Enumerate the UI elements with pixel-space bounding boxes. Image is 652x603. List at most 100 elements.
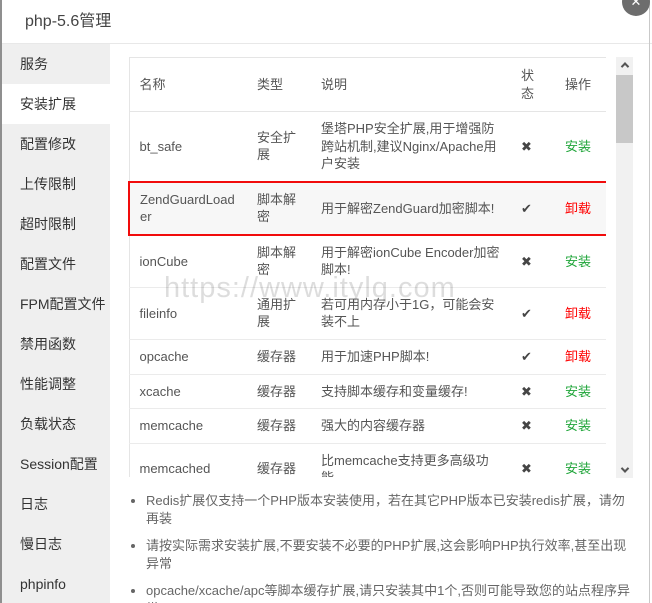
status-cell: ✖ [511, 408, 555, 444]
sidebar-item-2[interactable]: 配置修改 [0, 124, 110, 164]
extension-type: 缓存器 [247, 339, 311, 375]
action-cell: 卸载 [555, 287, 606, 341]
table-scrollbar[interactable] [616, 57, 633, 478]
installed-check-icon: ✔ [521, 305, 532, 321]
extension-type: 脚本解密 [247, 234, 311, 288]
extension-name: opcache [129, 339, 247, 375]
uninstall-button[interactable]: 卸载 [565, 201, 591, 216]
table-row: ionCube 脚本解密 用于解密ionCube Encoder加密脚本! ✖ 安装 [129, 234, 606, 288]
status-cell: ✔ [511, 339, 555, 375]
table-row: fileinfo 通用扩展 若可用内存小于1G，可能会安装不上 ✔ 卸载 [129, 287, 606, 341]
extension-description: 用于解密ZendGuard加密脚本! [311, 180, 511, 236]
column-header: 操作 [555, 57, 606, 113]
chevron-up-icon [620, 62, 629, 71]
extension-name: ionCube [129, 234, 247, 288]
scroll-up-button[interactable] [616, 57, 633, 73]
modal-right-edge [649, 0, 650, 603]
table-row: memcache 缓存器 强大的内容缓存器 ✖ 安装 [129, 408, 606, 444]
extension-description: 支持脚本缓存和变量缓存! [311, 374, 511, 410]
sidebar-item-11[interactable]: 日志 [0, 484, 110, 524]
not-installed-x-icon: ✖ [521, 138, 532, 154]
extension-description: 用于解密ionCube Encoder加密脚本! [311, 234, 511, 288]
chevron-down-icon [620, 464, 629, 473]
table-body: bt_safe 安全扩展 堡塔PHP安全扩展,用于增强防跨站机制,建议Nginx/A… [128, 111, 606, 477]
extension-description: 强大的内容缓存器 [311, 408, 511, 444]
scrollbar-thumb[interactable] [616, 75, 633, 143]
action-cell: 安装 [555, 408, 606, 444]
installed-check-icon: ✔ [521, 349, 532, 365]
extension-description: 若可用内存小于1G，可能会安装不上 [311, 287, 511, 341]
sidebar-item-6[interactable]: FPM配置文件 [0, 284, 110, 324]
extensions-table: 名称 类型 说明 状态 操作 bt_safe 安全扩展 堡塔PHP安全扩展,用于增强防跨站机… [128, 57, 606, 477]
action-cell: 安装 [555, 234, 606, 288]
extension-name: fileinfo [129, 287, 247, 341]
action-cell: 安装 [555, 443, 606, 477]
action-cell: 卸载 [555, 339, 606, 375]
sidebar-item-10[interactable]: Session配置 [0, 444, 110, 484]
table-row: xcache 缓存器 支持脚本缓存和变量缓存! ✖ 安装 [129, 374, 606, 410]
notes-section: Redis扩展仅支持一个PHP版本安装使用，若在其它PHP版本已安装redis扩… [132, 492, 637, 603]
status-cell: ✖ [511, 443, 555, 477]
extension-type: 脚本解密 [247, 180, 311, 236]
sidebar-item-8[interactable]: 性能调整 [0, 364, 110, 404]
table-header-row: 名称 类型 说明 状态 操作 [129, 57, 606, 113]
action-cell: 卸载 [555, 180, 606, 236]
sidebar: 服务 安装扩展 配置修改 上传限制 超时限制 配置文件 FPM配置文件 禁用函数 性能调整 负载状… [0, 44, 110, 603]
status-cell: ✖ [511, 374, 555, 410]
column-header: 状态 [511, 57, 555, 113]
modal-header: php-5.6管理 [0, 0, 652, 44]
extension-type: 通用扩展 [247, 287, 311, 341]
table-row: memcached缓存器比memcache支持更多高级功能 ✖ 安装 [129, 443, 606, 477]
extension-description: 堡塔PHP安全扩展,用于增强防跨站机制,建议Nginx/Apache用户安装 [311, 111, 511, 183]
not-installed-x-icon: ✖ [521, 253, 532, 269]
sidebar-item-13[interactable]: phpinfo [0, 564, 110, 603]
extension-name: memcached [129, 443, 247, 477]
not-installed-x-icon: ✖ [521, 383, 532, 399]
extension-name: memcache [129, 408, 247, 444]
close-icon: ✕ [630, 0, 642, 9]
status-cell: ✔ [511, 180, 555, 236]
table-row: opcache 缓存器 用于加速PHP脚本! ✔ 卸载 [129, 339, 606, 375]
install-button[interactable]: 安装 [565, 461, 591, 476]
column-header: 名称 [129, 57, 247, 113]
table-row: ZendGuardLoader 脚本解密 用于解密ZendGuard加密脚本! ✔ 卸载 [128, 180, 606, 236]
install-button[interactable]: 安装 [565, 139, 591, 154]
status-cell: ✖ [511, 111, 555, 183]
extensions-table-wrap: 名称 类型 说明 状态 操作 bt_safe 安全扩展 堡塔PHP安全扩展,用于增强防跨站机… [128, 57, 606, 477]
sidebar-item-7[interactable]: 禁用函数 [0, 324, 110, 364]
uninstall-button[interactable]: 卸载 [565, 306, 591, 321]
modal-title: php-5.6管理 [25, 13, 112, 30]
extension-type: 缓存器 [247, 374, 311, 410]
scroll-down-button[interactable] [616, 462, 633, 478]
status-cell: ✔ [511, 287, 555, 341]
sidebar-item-12[interactable]: 慢日志 [0, 524, 110, 564]
extension-name: bt_safe [129, 111, 247, 183]
install-button[interactable]: 安装 [565, 418, 591, 433]
php-manage-modal: php-5.6管理 ✕ 服务 安装扩展 配置修改 上传限制 超时限制 配置文件 FPM配置文… [0, 0, 652, 603]
sidebar-item-0[interactable]: 服务 [0, 44, 110, 84]
extension-name: ZendGuardLoader [128, 180, 247, 236]
sidebar-item-9[interactable]: 负载状态 [0, 404, 110, 444]
installed-check-icon: ✔ [521, 200, 532, 216]
install-button[interactable]: 安装 [565, 254, 591, 269]
extension-type: 安全扩展 [247, 111, 311, 183]
install-button[interactable]: 安装 [565, 384, 591, 399]
column-header: 说明 [311, 57, 511, 113]
action-cell: 安装 [555, 374, 606, 410]
uninstall-button[interactable]: 卸载 [565, 349, 591, 364]
not-installed-x-icon: ✖ [521, 461, 532, 477]
not-installed-x-icon: ✖ [521, 418, 532, 434]
note-item: 请按实际需求安装扩展,不要安装不必要的PHP扩展,这会影响PHP执行效率,甚至出… [146, 537, 637, 573]
table-row: bt_safe 安全扩展 堡塔PHP安全扩展,用于增强防跨站机制,建议Nginx/A… [129, 111, 606, 183]
column-header: 类型 [247, 57, 311, 113]
sidebar-item-5[interactable]: 配置文件 [0, 244, 110, 284]
extension-description: 比memcache支持更多高级功能 [311, 443, 511, 477]
sidebar-item-3[interactable]: 上传限制 [0, 164, 110, 204]
sidebar-item-4[interactable]: 超时限制 [0, 204, 110, 244]
extension-type: 缓存器 [247, 408, 311, 444]
status-cell: ✖ [511, 234, 555, 288]
note-item: opcache/xcache/apc等脚本缓存扩展,请只安装其中1个,否则可能导… [146, 582, 637, 603]
action-cell: 安装 [555, 111, 606, 183]
sidebar-item-1[interactable]: 安装扩展 [0, 84, 110, 124]
note-item: Redis扩展仅支持一个PHP版本安装使用，若在其它PHP版本已安装redis扩… [146, 492, 637, 528]
